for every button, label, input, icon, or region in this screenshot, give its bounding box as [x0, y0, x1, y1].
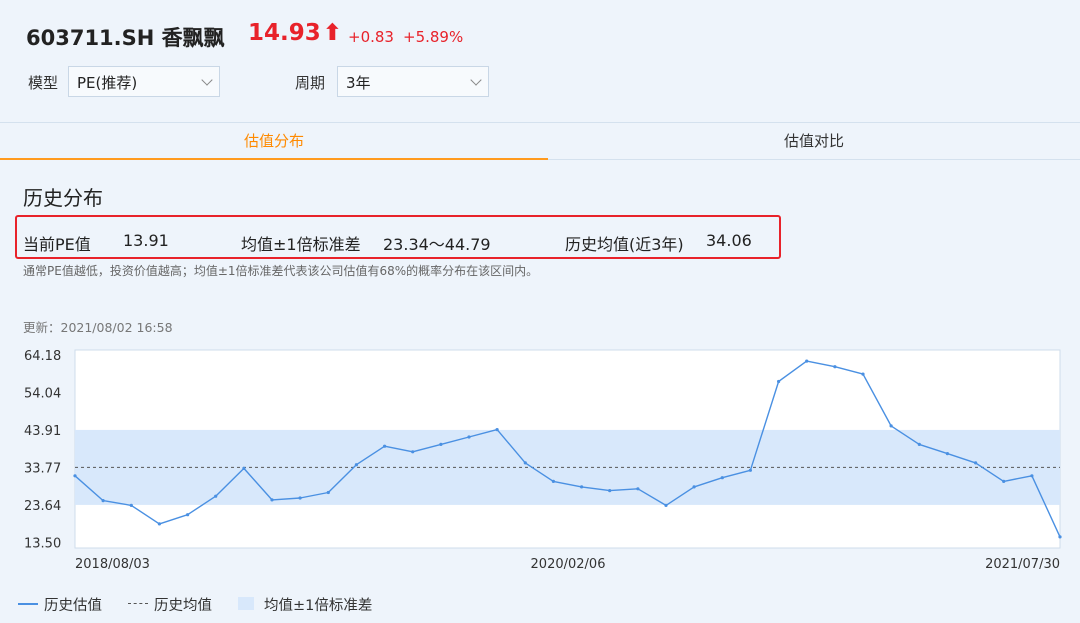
update-time: 更新：2021/08/02 16:58 [23, 320, 173, 335]
period-select-value: 3年 [346, 74, 371, 92]
data-point [101, 499, 105, 503]
data-point [580, 485, 584, 489]
y-tick-label: 23.64 [24, 499, 61, 514]
price-change-percent: +5.89% [403, 28, 464, 46]
mean-value: 34.06 [706, 231, 752, 250]
data-point [73, 474, 77, 478]
legend-mean-label: 历史均值 [154, 598, 212, 614]
chevron-down-icon [201, 74, 213, 86]
data-point [129, 503, 133, 507]
data-point [917, 442, 921, 446]
data-point [720, 476, 724, 480]
tab-bar: 估值分布 估值对比 [0, 122, 1080, 160]
section-title: 历史分布 [23, 186, 103, 210]
data-point [1058, 535, 1062, 539]
data-point [157, 522, 161, 526]
tab-valuation-comparison[interactable]: 估值对比 [548, 123, 1080, 160]
data-point [805, 359, 809, 363]
data-point [664, 503, 668, 507]
legend-band-label: 均值±1倍标准差 [264, 598, 373, 614]
band-value: 23.34～44.79 [383, 235, 491, 254]
price-change: +0.83 [348, 28, 394, 46]
data-point [777, 379, 781, 384]
y-tick-label: 43.91 [24, 424, 61, 439]
tab-valuation-distribution[interactable]: 估值分布 [0, 123, 548, 160]
explanation-note: 通常PE值越低，投资价值越高；均值±1倍标准差代表该公司估值有68%的概率分布在… [23, 264, 539, 278]
x-tick-label: 2021/07/30 [985, 557, 1060, 572]
current-pe-label: 当前PE值 [23, 235, 91, 254]
data-point [467, 435, 471, 439]
y-tick-label: 13.50 [24, 536, 61, 551]
current-pe-value: 13.91 [123, 231, 169, 250]
data-point [889, 424, 893, 428]
band-swatch [238, 597, 254, 610]
legend-series-label: 历史估值 [44, 598, 102, 614]
pe-history-chart[interactable]: 64.18 54.04 43.91 33.77 23.64 13.50 2018/08/03… [0, 340, 1080, 580]
data-point [974, 461, 978, 465]
period-label: 周期 [295, 74, 326, 92]
model-select[interactable]: PE(推荐) [68, 66, 220, 97]
series-line-swatch [18, 603, 38, 605]
data-point [214, 494, 218, 498]
data-point [383, 444, 387, 448]
y-tick-label: 54.04 [24, 386, 61, 401]
data-point [833, 365, 837, 369]
up-arrow-icon: ⬆ [322, 20, 343, 46]
data-point [439, 442, 443, 446]
data-point [354, 463, 358, 467]
y-tick-label: 33.77 [24, 461, 61, 476]
mean-dash-swatch [128, 603, 148, 604]
x-tick-label: 2020/02/06 [531, 557, 606, 572]
y-tick-label: 64.18 [24, 349, 61, 364]
data-point [861, 372, 865, 376]
data-point [186, 513, 190, 517]
model-label: 模型 [28, 74, 59, 92]
data-point [1002, 479, 1006, 483]
data-point [326, 490, 330, 495]
data-point [945, 452, 950, 456]
x-tick-label: 2018/08/03 [75, 557, 150, 572]
quote-header: 603711.SH 香飘飘 14.93⬆ +0.83 +5.89% 模型 PE(… [0, 0, 1080, 122]
band-label: 均值±1倍标准差 [241, 235, 361, 254]
data-point [298, 496, 302, 500]
stock-title: 603711.SH 香飘飘 [26, 26, 225, 50]
data-point [523, 461, 527, 465]
data-point [1030, 474, 1034, 478]
data-point [636, 487, 640, 491]
data-point [551, 479, 556, 483]
stats-highlight-box: 当前PE值 13.91 均值±1倍标准差 23.34～44.79 历史均值(近3… [15, 215, 781, 259]
data-point [608, 489, 612, 493]
mean-label: 历史均值(近3年) [565, 235, 684, 254]
period-select[interactable]: 3年 [337, 66, 489, 97]
model-select-value: PE(推荐) [77, 74, 138, 92]
data-point [692, 485, 696, 489]
data-point [242, 466, 246, 470]
chevron-down-icon [470, 74, 482, 86]
data-point [748, 468, 753, 472]
price-value: 14.93 [248, 20, 321, 46]
data-point [270, 498, 274, 502]
data-point [411, 450, 415, 454]
data-point [495, 428, 499, 432]
current-price: 14.93⬆ [248, 20, 342, 46]
